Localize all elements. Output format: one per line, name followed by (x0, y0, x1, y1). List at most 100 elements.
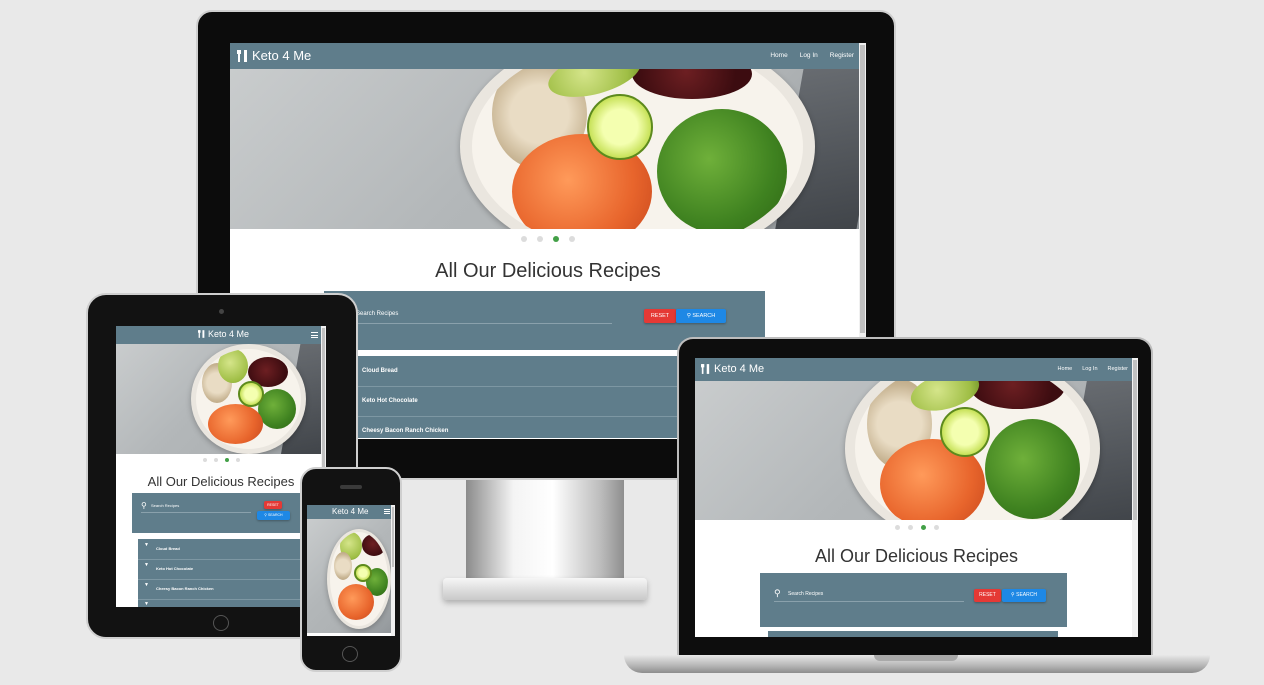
utensils-icon (198, 330, 205, 338)
recipe-item[interactable]: ▼ (138, 599, 321, 607)
recipe-item-label: Cheesy Bacon Ranch Chicken (156, 586, 214, 591)
laptop-notch (874, 655, 958, 661)
carousel-indicators (230, 236, 866, 242)
brand-name: Keto 4 Me (208, 329, 250, 339)
carousel-dot[interactable] (569, 236, 575, 242)
search-button-label: SEARCH (692, 313, 716, 319)
hero-food-image (116, 344, 326, 454)
brand-name: Keto 4 Me (332, 507, 369, 516)
search-button[interactable]: ⚲ SEARCH (676, 309, 726, 323)
nav-home-link[interactable]: Home (1058, 366, 1073, 372)
carousel-dot-active[interactable] (224, 458, 229, 462)
utensils-icon (237, 49, 247, 62)
search-icon: ⚲ (686, 313, 691, 319)
navbar: Keto 4 Me Home Log In Register (695, 358, 1138, 381)
brand-logo[interactable]: Keto 4 Me (701, 363, 764, 375)
laptop-screen: Keto 4 Me Home Log In Register All Our D… (695, 358, 1138, 637)
search-button[interactable]: ⚲ SEARCH (257, 511, 290, 520)
nav-home-link[interactable]: Home (770, 52, 787, 59)
tablet-home-button (213, 615, 229, 631)
hero-food-image (230, 69, 866, 229)
reset-button[interactable]: RESET (264, 501, 282, 509)
search-underline (354, 323, 612, 324)
recipe-item-label: Cloud Bread (156, 546, 180, 551)
recipe-item-label: Cheesy Bacon Ranch Chicken (362, 428, 449, 434)
phone-screen: Keto 4 Me (307, 505, 395, 636)
caret-down-icon: ▼ (144, 542, 149, 548)
search-underline (774, 601, 964, 602)
brand-logo[interactable]: Keto 4 Me (332, 507, 368, 516)
search-underline (141, 512, 251, 513)
recipe-item[interactable]: Keto Hot Chocolate (324, 386, 684, 417)
desktop-stand-foot (443, 578, 647, 600)
search-icon: ⚲ (774, 588, 781, 598)
carousel-dot-active[interactable] (920, 525, 926, 530)
carousel-dot[interactable] (907, 525, 913, 530)
search-input[interactable]: Search Recipes (151, 503, 179, 508)
utensils-icon (701, 364, 710, 374)
page-title: All Our Delicious Recipes (814, 546, 1019, 566)
tablet-camera (219, 309, 224, 314)
search-icon: ⚲ (1011, 592, 1015, 598)
caret-down-icon: ▼ (144, 562, 149, 568)
tablet-screen: Keto 4 Me All Our Delicious Recipes ⚲ Se… (116, 326, 326, 607)
brand-logo[interactable]: Keto 4 Me (237, 48, 311, 63)
search-icon: ⚲ (141, 501, 147, 510)
search-icon: ⚲ (264, 513, 267, 517)
hero-food-image (307, 519, 395, 633)
carousel-indicators (695, 525, 1138, 530)
phone-speaker (340, 485, 362, 489)
carousel-dot[interactable] (213, 458, 218, 462)
scrollbar[interactable] (1132, 358, 1138, 637)
carousel-dot-active[interactable] (553, 236, 559, 242)
brand-name: Keto 4 Me (714, 363, 765, 375)
search-button-label: SEARCH (1016, 592, 1037, 598)
recipe-item[interactable]: Cloud Bread (324, 356, 684, 387)
carousel-dot[interactable] (933, 525, 939, 530)
carousel-dot[interactable] (202, 458, 207, 462)
recipe-item-label: Keto Hot Chocolate (156, 566, 194, 571)
search-input[interactable]: Search Recipes (356, 311, 398, 317)
navbar: Keto 4 Me (307, 505, 395, 519)
scrollbar[interactable] (391, 505, 395, 636)
nav-register-link[interactable]: Register (830, 52, 854, 59)
nav-login-link[interactable]: Log In (800, 52, 818, 59)
page-title: All Our Delicious Recipes (147, 474, 295, 489)
page-title: All Our Delicious Recipes (435, 260, 661, 282)
carousel-dot[interactable] (894, 525, 900, 530)
caret-down-icon: ▼ (144, 582, 149, 588)
hero-food-image (695, 381, 1138, 520)
brand-logo[interactable]: Keto 4 Me (198, 329, 249, 339)
recipe-item-label: Cloud Bread (362, 368, 398, 374)
search-button-label: SEARCH (267, 513, 283, 517)
recipe-list (768, 631, 1058, 637)
carousel-dot[interactable] (235, 458, 240, 462)
recipe-list: Cloud Bread Keto Hot Chocolate Cheesy Ba… (324, 356, 684, 438)
recipe-item[interactable]: ▼ Keto Hot Chocolate (138, 559, 321, 580)
carousel-indicators (116, 458, 326, 462)
reset-button[interactable]: RESET (644, 309, 676, 323)
nav-register-link[interactable]: Register (1108, 366, 1128, 372)
nav-links: Home Log In Register (770, 52, 854, 59)
recipe-item-label: Keto Hot Chocolate (362, 398, 418, 404)
search-button[interactable]: ⚲ SEARCH (1002, 589, 1046, 602)
phone-home-button (342, 646, 358, 662)
hamburger-menu-icon[interactable] (311, 332, 318, 338)
desktop-stand (466, 480, 624, 588)
nav-links: Home Log In Register (1058, 366, 1128, 372)
search-panel: ⚲ Search Recipes RESET ⚲ SEARCH (132, 493, 300, 533)
recipe-item[interactable]: Cheesy Bacon Ranch Chicken (324, 416, 684, 438)
recipe-item[interactable]: ▼ Cloud Bread (138, 539, 321, 560)
nav-login-link[interactable]: Log In (1082, 366, 1097, 372)
carousel-dot[interactable] (537, 236, 543, 242)
carousel-dot[interactable] (521, 236, 527, 242)
navbar: Keto 4 Me (116, 326, 326, 344)
brand-name: Keto 4 Me (252, 48, 312, 63)
caret-down-icon: ▼ (144, 601, 149, 607)
search-input[interactable]: Search Recipes (788, 591, 823, 597)
reset-button[interactable]: RESET (974, 589, 1001, 602)
search-panel: ⚲ Search Recipes RESET ⚲ SEARCH (760, 573, 1067, 627)
navbar: Keto 4 Me Home Log In Register (230, 43, 866, 69)
recipe-item[interactable]: ▼ Cheesy Bacon Ranch Chicken (138, 579, 321, 600)
hamburger-menu-icon[interactable] (384, 509, 390, 514)
